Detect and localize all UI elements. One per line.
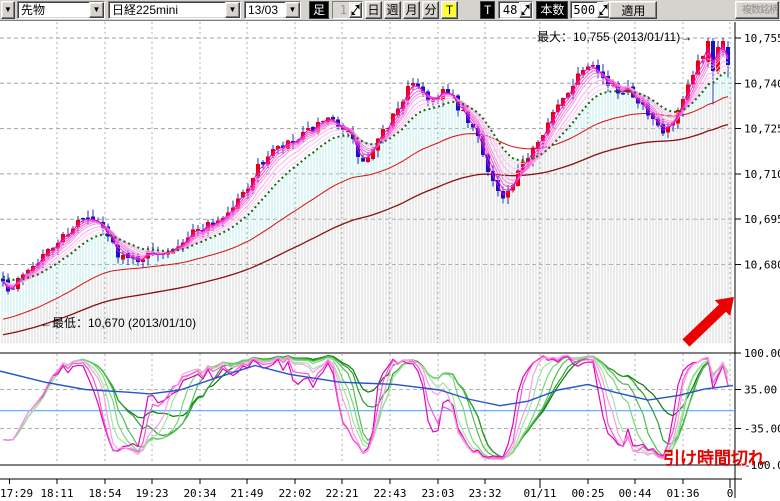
svg-text:18:54: 18:54 (88, 487, 121, 500)
bar-count-value: 500 (571, 2, 597, 18)
min-price-annotation: ←最低：10,670 (2013/01/10) (40, 316, 196, 330)
spinner-button[interactable] (519, 2, 532, 18)
svg-text:10,740: 10,740 (744, 77, 780, 90)
bar-count-input[interactable]: 500 (570, 1, 604, 19)
svg-text:10,725: 10,725 (744, 123, 780, 136)
svg-text:01/11: 01/11 (523, 487, 556, 500)
chart-application-window: ▼ 先物 ▼ 日経225mini ▼ 13/03 ▼ 足 1 (0, 0, 780, 501)
svg-text:22:21: 22:21 (325, 487, 358, 500)
tick-count-value: 48 (499, 2, 519, 18)
ashi-label: 足 (309, 1, 329, 19)
period-day-button[interactable]: 日 (365, 1, 382, 19)
chevron-down-icon: ▼ (4, 5, 12, 14)
category-select[interactable]: 先物 ▼ (17, 1, 105, 19)
apply-button[interactable]: 適用 (609, 1, 657, 19)
period-tick-button[interactable]: T (441, 1, 458, 19)
max-price-annotation: 最大：10,755 (2013/01/11)→ (537, 30, 692, 44)
up-trend-arrow-icon (683, 297, 735, 347)
spinner-button[interactable] (349, 2, 362, 18)
svg-text:21:49: 21:49 (230, 487, 263, 500)
svg-text:17:29: 17:29 (0, 487, 33, 500)
svg-text:-35.00: -35.00 (744, 423, 780, 436)
svg-text:00:44: 00:44 (618, 487, 651, 500)
interval-value: 1 (333, 2, 349, 18)
ma-fill-stripes (2, 73, 731, 343)
svg-text:23:03: 23:03 (421, 487, 454, 500)
svg-text:22:02: 22:02 (278, 487, 311, 500)
chevron-down-icon[interactable]: ▼ (89, 2, 104, 18)
svg-text:100.00: 100.00 (744, 347, 780, 360)
multi-symbol-button[interactable]: 複数銘柄 (735, 1, 779, 19)
symbol-select[interactable]: 日経225mini ▼ (108, 1, 241, 19)
session-close-note: 引け時間切れ (663, 448, 765, 468)
svg-text:20:34: 20:34 (183, 487, 216, 500)
interval-input[interactable]: 1 (332, 1, 363, 19)
period-month-button[interactable]: 月 (403, 1, 420, 19)
spinner-button[interactable] (597, 2, 610, 18)
svg-text:00:25: 00:25 (571, 487, 604, 500)
chevron-down-icon[interactable]: ▼ (285, 2, 300, 18)
price-chart-svg: 10,755 10,740 10,725 10,710 10,695 10,680 100.… (0, 21, 780, 501)
svg-text:22:43: 22:43 (373, 487, 406, 500)
tick-type-label: T (480, 1, 495, 19)
category-select-value: 先物 (18, 2, 89, 18)
contract-month-value: 13/03 (245, 2, 285, 18)
spinner-icon (521, 4, 530, 16)
spinner-icon (351, 4, 360, 16)
svg-text:19:23: 19:23 (135, 487, 168, 500)
svg-text:0: 0 (727, 487, 734, 500)
svg-text:10,755: 10,755 (744, 32, 780, 45)
chart-canvas[interactable]: 10,755 10,740 10,725 10,710 10,695 10,680 100.… (0, 21, 780, 501)
svg-text:01:36: 01:36 (666, 487, 699, 500)
svg-text:10,710: 10,710 (744, 168, 780, 181)
oscillator-panel (0, 355, 734, 459)
spinner-icon (599, 4, 608, 16)
contract-month-select[interactable]: 13/03 ▼ (244, 1, 301, 19)
svg-text:18:11: 18:11 (40, 487, 73, 500)
period-week-button[interactable]: 週 (384, 1, 401, 19)
tick-count-input[interactable]: 48 (498, 1, 533, 19)
svg-text:10,695: 10,695 (744, 213, 780, 226)
toolbar: ▼ 先物 ▼ 日経225mini ▼ 13/03 ▼ 足 1 (0, 0, 780, 21)
period-minute-button[interactable]: 分 (422, 1, 439, 19)
bar-count-label: 本数 (536, 1, 568, 19)
svg-text:10,680: 10,680 (744, 259, 780, 272)
symbol-select-value: 日経225mini (109, 2, 225, 18)
chevron-down-icon[interactable]: ▼ (225, 2, 240, 18)
svg-text:35.00: 35.00 (744, 383, 777, 396)
symbol-list-dropdown-button[interactable]: ▼ (1, 1, 15, 19)
svg-text:23:32: 23:32 (468, 487, 501, 500)
